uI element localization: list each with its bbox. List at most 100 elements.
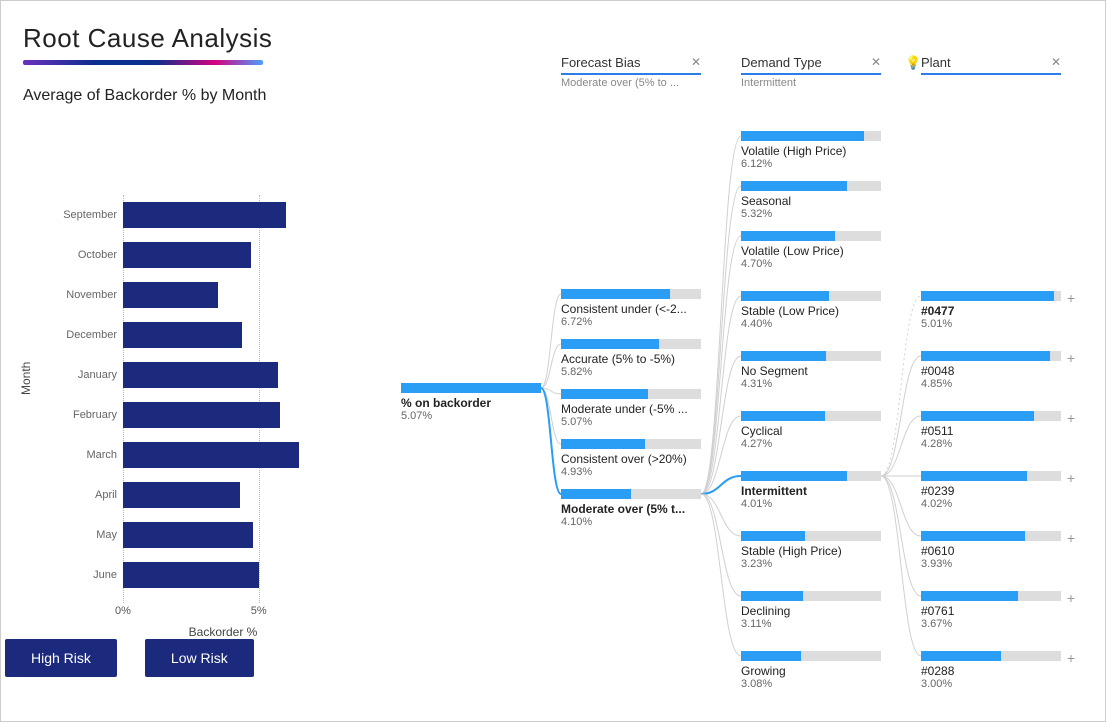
node-label: Intermittent	[741, 484, 881, 498]
node-bar	[741, 291, 881, 301]
column-header-pl[interactable]: 💡Plant✕	[921, 55, 1061, 75]
x-tick: 0%	[115, 605, 131, 617]
high-risk-button[interactable]: High Risk	[5, 639, 117, 677]
tree-node[interactable]: #07613.67%+	[921, 591, 1061, 630]
tree-node[interactable]: Volatile (High Price)6.12%	[741, 131, 881, 170]
node-bar	[741, 131, 881, 141]
bar[interactable]	[123, 482, 240, 508]
bar[interactable]	[123, 442, 299, 468]
tree-node[interactable]: #00484.85%+	[921, 351, 1061, 390]
node-label: Moderate over (5% t...	[561, 502, 701, 516]
low-risk-button[interactable]: Low Risk	[145, 639, 254, 677]
node-label: #0048	[921, 364, 1061, 378]
node-bar	[561, 289, 701, 299]
expand-icon[interactable]: +	[1067, 290, 1075, 306]
bar-row: October	[123, 235, 323, 275]
node-bar	[741, 471, 881, 481]
tree-node[interactable]: Stable (Low Price)4.40%	[741, 291, 881, 330]
bar-label: November	[57, 289, 117, 301]
tree-node[interactable]: Moderate over (5% t...4.10%	[561, 489, 701, 528]
bar[interactable]	[123, 202, 286, 228]
node-label: No Segment	[741, 364, 881, 378]
bar-label: March	[57, 449, 117, 461]
x-axis-label: Backorder %	[123, 625, 323, 639]
node-value: 3.08%	[741, 678, 881, 690]
tree-node[interactable]: #02394.02%+	[921, 471, 1061, 510]
node-value: 3.00%	[921, 678, 1061, 690]
title-underline	[23, 60, 263, 65]
expand-icon[interactable]: +	[1067, 470, 1075, 486]
tree-node[interactable]: #06103.93%+	[921, 531, 1061, 570]
node-label: Growing	[741, 664, 881, 678]
node-value: 5.01%	[921, 318, 1061, 330]
node-value: 4.31%	[741, 378, 881, 390]
tree-node[interactable]: Cyclical4.27%	[741, 411, 881, 450]
tree-node[interactable]: % on backorder5.07%	[401, 383, 541, 422]
node-label: #0239	[921, 484, 1061, 498]
close-icon[interactable]: ✕	[871, 55, 881, 69]
bar[interactable]	[123, 242, 251, 268]
tree-node[interactable]: Accurate (5% to -5%)5.82%	[561, 339, 701, 378]
node-label: % on backorder	[401, 396, 541, 410]
node-bar	[921, 531, 1061, 541]
expand-icon[interactable]: +	[1067, 530, 1075, 546]
tree-node[interactable]: Declining3.11%	[741, 591, 881, 630]
close-icon[interactable]: ✕	[691, 55, 701, 69]
tree-node[interactable]: Intermittent4.01%	[741, 471, 881, 510]
node-bar	[741, 351, 881, 361]
bar[interactable]	[123, 522, 253, 548]
tree-node[interactable]: #04775.01%+	[921, 291, 1061, 330]
node-value: 3.93%	[921, 558, 1061, 570]
node-bar	[921, 351, 1061, 361]
node-bar	[921, 291, 1061, 301]
node-label: Stable (High Price)	[741, 544, 881, 558]
bar-row: April	[123, 475, 323, 515]
expand-icon[interactable]: +	[1067, 590, 1075, 606]
tree-node[interactable]: #05114.28%+	[921, 411, 1061, 450]
bar-row: September	[123, 195, 323, 235]
expand-icon[interactable]: +	[1067, 410, 1075, 426]
tree-node[interactable]: Moderate under (-5% ...5.07%	[561, 389, 701, 428]
bar-row: November	[123, 275, 323, 315]
node-value: 4.01%	[741, 498, 881, 510]
node-label: Consistent under (<-2...	[561, 302, 701, 316]
tree-node[interactable]: No Segment4.31%	[741, 351, 881, 390]
bar-label: June	[57, 569, 117, 581]
node-value: 6.12%	[741, 158, 881, 170]
node-value: 5.82%	[561, 366, 701, 378]
tree-node[interactable]: Seasonal5.32%	[741, 181, 881, 220]
bar-label: May	[57, 529, 117, 541]
node-bar	[561, 439, 701, 449]
tree-node[interactable]: Consistent under (<-2...6.72%	[561, 289, 701, 328]
bar[interactable]	[123, 562, 259, 588]
tree-node[interactable]: Growing3.08%	[741, 651, 881, 690]
bar[interactable]	[123, 402, 280, 428]
node-label: Volatile (High Price)	[741, 144, 881, 158]
bar-row: February	[123, 395, 323, 435]
node-label: Moderate under (-5% ...	[561, 402, 701, 416]
node-bar	[561, 339, 701, 349]
node-bar	[741, 651, 881, 661]
tree-node[interactable]: #02883.00%+	[921, 651, 1061, 690]
node-label: #0477	[921, 304, 1061, 318]
expand-icon[interactable]: +	[1067, 650, 1075, 666]
bar[interactable]	[123, 362, 278, 388]
close-icon[interactable]: ✕	[1051, 55, 1061, 69]
node-bar	[921, 651, 1061, 661]
column-label: Plant	[921, 55, 951, 70]
tree-node[interactable]: Consistent over (>20%)4.93%	[561, 439, 701, 478]
tree-node[interactable]: Volatile (Low Price)4.70%	[741, 231, 881, 270]
bar[interactable]	[123, 322, 242, 348]
y-axis-label: Month	[19, 362, 33, 395]
column-header-dt[interactable]: Demand Type✕	[741, 55, 881, 75]
node-bar	[921, 411, 1061, 421]
node-value: 4.85%	[921, 378, 1061, 390]
tree-node[interactable]: Stable (High Price)3.23%	[741, 531, 881, 570]
decomposition-tree[interactable]: Forecast Bias✕Moderate over (5% to ...De…	[401, 55, 1081, 705]
expand-icon[interactable]: +	[1067, 350, 1075, 366]
node-value: 4.02%	[921, 498, 1061, 510]
bar[interactable]	[123, 282, 218, 308]
column-header-fb[interactable]: Forecast Bias✕	[561, 55, 701, 75]
bar-row: June	[123, 555, 323, 595]
node-value: 4.10%	[561, 516, 701, 528]
